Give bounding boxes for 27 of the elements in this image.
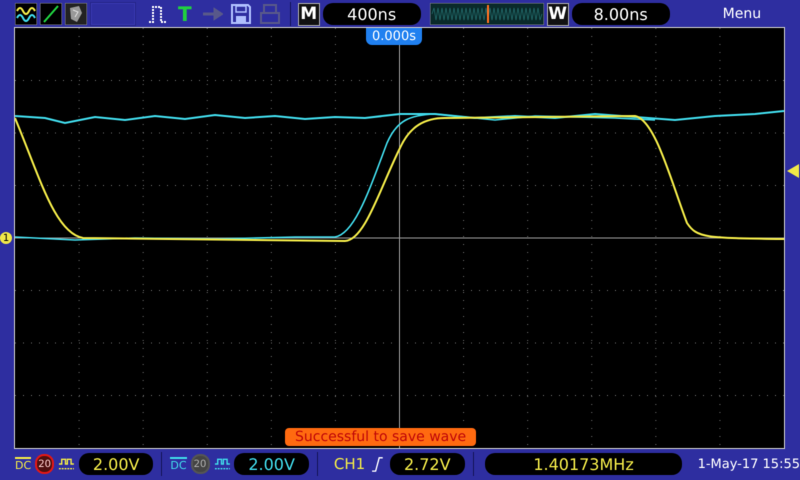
pulse-icon [58,456,75,472]
menu-button[interactable]: Menu [722,6,762,22]
coupling-label[interactable]: DC [170,457,187,471]
volts-per-div-value[interactable]: 2.00V [234,453,309,475]
trigger-source: CH1 [334,455,366,473]
status-message: Successful to save wave [285,428,476,446]
memory-label: M [298,2,320,26]
bandwidth-limit-badge[interactable]: 20 [35,454,54,474]
trigger-icon-label[interactable]: T [178,2,192,26]
date-time: 1-May-17 15:55 [698,456,800,472]
coupling-label[interactable]: DC [15,457,32,471]
timebase-value[interactable]: 400ns [322,3,421,25]
trigger-level-icon [787,164,799,178]
window-scale-value[interactable]: 8.00ns [572,3,670,25]
trigger-level-value[interactable]: 2.72V [390,453,465,475]
line-icon[interactable] [40,3,62,25]
save-icon[interactable] [230,3,252,25]
pulse-icon[interactable] [147,3,169,25]
pulse-icon [214,456,230,472]
frequency-value: 1.40173MHz [485,453,682,475]
volts-per-div-value[interactable]: 2.00V [78,453,154,475]
channels-icon[interactable] [15,3,37,25]
noise-icon[interactable] [65,3,87,25]
window-label: W [546,2,569,26]
bandwidth-limit-badge[interactable]: 20 [190,454,210,474]
channel-marker: 1 [0,232,12,244]
printer-icon [258,3,281,25]
